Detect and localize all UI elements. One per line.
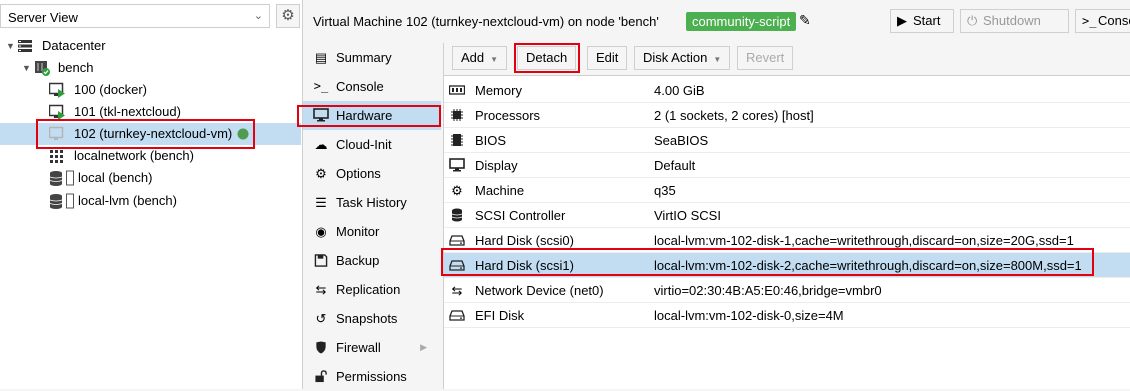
tree-item-label: local (bench) <box>78 170 153 185</box>
nav-item-hardware[interactable]: Hardware <box>303 101 441 130</box>
status-dot-icon <box>237 128 249 140</box>
tree-item-label: localnetwork (bench) <box>74 148 194 163</box>
tree-item-vm-101[interactable]: 101 (tkl-nextcloud) <box>0 101 301 123</box>
hardware-row-machine[interactable]: ⚙ Machine q35 <box>444 178 1130 203</box>
hardware-panel: Add ▼ Detach Edit Disk Action ▼ Revert Mem… <box>443 43 1130 389</box>
tree-item-storage-local-lvm[interactable]: local-lvm (bench) <box>0 190 301 212</box>
nav-item-options[interactable]: ⚙ Options <box>303 159 441 188</box>
tree-item-label: 101 (tkl-nextcloud) <box>74 104 181 119</box>
memory-icon <box>449 85 465 95</box>
collapse-arrow-icon[interactable]: ▼ <box>6 35 15 57</box>
add-button[interactable]: Add ▼ <box>452 46 508 70</box>
detach-button[interactable]: Detach <box>517 46 577 70</box>
cpu-icon <box>451 109 463 121</box>
collapse-arrow-icon[interactable]: ▼ <box>22 57 31 79</box>
retweet-icon: ⇆ <box>315 282 327 297</box>
hardware-row-processors[interactable]: Processors 2 (1 sockets, 2 cores) [host] <box>444 103 1130 128</box>
console-icon: >_ <box>313 79 329 93</box>
disk-action-button[interactable]: Disk Action ▼ <box>634 46 731 70</box>
summary-icon: ▤ <box>314 50 328 65</box>
tree-item-label: 102 (turnkey-nextcloud-vm) <box>74 126 233 141</box>
unlock-icon <box>315 370 327 383</box>
storage-icon <box>49 193 74 209</box>
nav-item-monitor[interactable]: ◉ Monitor <box>303 217 441 246</box>
nav-item-replication[interactable]: ⇆ Replication <box>303 275 441 304</box>
nav-item-cloud-init[interactable]: ☁ Cloud-Init <box>303 130 441 159</box>
resource-tree-panel: Server View ⌄ ⚙ ▼ Datacenter ▼ bench 100… <box>0 0 303 389</box>
database-icon <box>451 208 463 222</box>
tree-item-localnetwork[interactable]: localnetwork (bench) <box>0 145 301 167</box>
shield-icon <box>316 341 326 354</box>
vm-running-icon <box>49 104 65 120</box>
hardware-row-network-device-net0[interactable]: ⇆ Network Device (net0) virtio=02:30:4B:… <box>444 278 1130 303</box>
nav-item-console[interactable]: >_ Console <box>303 72 441 101</box>
monitor-icon <box>313 108 329 122</box>
chevron-down-icon: ⌄ <box>253 10 263 22</box>
hdd-icon <box>449 235 465 246</box>
tree-item-label: 100 (docker) <box>74 82 147 97</box>
tree-item-vm-102[interactable]: 102 (turnkey-nextcloud-vm) <box>0 123 301 145</box>
terminal-icon: >_ <box>1082 14 1097 28</box>
storage-icon <box>49 170 74 186</box>
gear-icon: ⚙ <box>281 7 295 24</box>
hardware-row-display[interactable]: Display Default <box>444 153 1130 178</box>
vm-nav-panel: ▤ Summary >_ Console Hardware ☁ Cloud-In… <box>303 43 441 389</box>
hardware-row-scsi-controller[interactable]: SCSI Controller VirtIO SCSI <box>444 203 1130 228</box>
nav-item-backup[interactable]: Backup <box>303 246 441 275</box>
nav-item-task-history[interactable]: ☰ Task History <box>303 188 441 217</box>
tree-item-label: local-lvm (bench) <box>78 193 177 208</box>
cloud-icon: ☁ <box>314 137 328 152</box>
hardware-row-efi-disk[interactable]: EFI Disk local-lvm:vm-102-disk-0,size=4M <box>444 303 1130 328</box>
node-online-icon <box>35 61 50 76</box>
chip-icon <box>451 134 463 146</box>
chevron-down-icon: ▼ <box>713 55 722 64</box>
gear-icon: ⚙ <box>315 166 327 181</box>
cogs-icon: ⚙ <box>451 183 463 198</box>
tree-item-node-bench[interactable]: ▼ bench <box>0 57 301 79</box>
network-icon <box>50 150 63 163</box>
edit-button[interactable]: Edit <box>587 46 628 70</box>
hardware-toolbar: Add ▼ Detach Edit Disk Action ▼ Revert <box>444 43 1130 76</box>
chevron-down-icon: ▼ <box>490 55 499 64</box>
power-icon: ⏻ <box>967 13 978 28</box>
shutdown-button[interactable]: ⏻ Shutdown <box>960 9 1069 33</box>
tag-badge[interactable]: community-script <box>686 12 797 31</box>
nav-item-firewall[interactable]: Firewall ▶ <box>303 333 441 362</box>
tree-item-vm-100[interactable]: 100 (docker) <box>0 79 301 101</box>
tree-item-label: Datacenter <box>42 38 106 53</box>
vm-header: Virtual Machine 102 (turnkey-nextcloud-v… <box>303 4 1130 38</box>
hardware-row-memory[interactable]: Memory 4.00 GiB <box>444 78 1130 103</box>
pencil-icon[interactable]: ✎ <box>799 12 811 29</box>
hardware-row-hard-disk-scsi0[interactable]: Hard Disk (scsi0) local-lvm:vm-102-disk-… <box>444 228 1130 253</box>
server-icon <box>18 40 32 52</box>
start-button[interactable]: ▶ Start <box>890 9 954 33</box>
list-icon: ☰ <box>315 195 327 210</box>
hdd-icon <box>449 260 465 271</box>
hardware-row-bios[interactable]: BIOS SeaBIOS <box>444 128 1130 153</box>
tree-item-datacenter[interactable]: ▼ Datacenter <box>0 35 301 57</box>
exchange-icon: ⇆ <box>451 283 463 298</box>
display-icon <box>449 158 465 172</box>
nav-item-permissions[interactable]: Permissions <box>303 362 441 391</box>
history-icon: ↺ <box>315 311 327 326</box>
play-icon: ▶ <box>897 13 907 28</box>
tree-item-label: bench <box>58 60 94 75</box>
tree-item-storage-local[interactable]: local (bench) <box>0 167 301 189</box>
nav-item-snapshots[interactable]: ↺ Snapshots <box>303 304 441 333</box>
hardware-row-hard-disk-scsi1[interactable]: Hard Disk (scsi1) local-lvm:vm-102-disk-… <box>444 253 1130 278</box>
chevron-right-icon: ▶ <box>420 342 427 352</box>
page-title: Virtual Machine 102 (turnkey-nextcloud-v… <box>313 14 659 29</box>
eye-icon: ◉ <box>315 224 327 239</box>
revert-button[interactable]: Revert <box>737 46 794 70</box>
vm-stopped-icon <box>49 126 64 140</box>
vm-running-icon <box>49 82 65 98</box>
nav-item-summary[interactable]: ▤ Summary <box>303 43 441 72</box>
floppy-icon <box>314 254 328 267</box>
view-select-value: Server View <box>8 10 78 25</box>
hdd-icon <box>449 310 465 321</box>
console-button[interactable]: >_ Console <box>1075 9 1130 33</box>
view-select[interactable]: Server View ⌄ <box>0 4 270 28</box>
tree-settings-button[interactable]: ⚙ <box>276 4 300 28</box>
